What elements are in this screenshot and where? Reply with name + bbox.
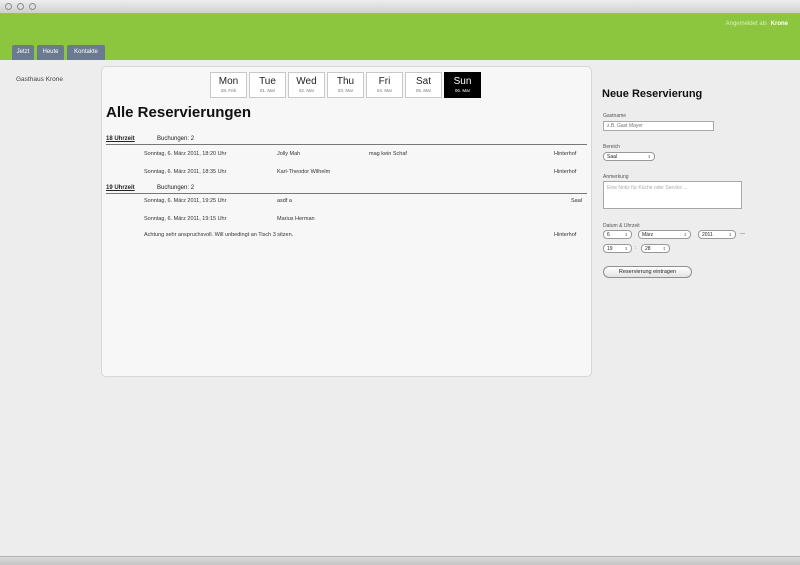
window-titlebar <box>0 0 800 14</box>
user-prefix: Angemeldet als <box>725 21 767 27</box>
slot-divider <box>106 144 587 145</box>
select-arrows-icon: ⇕ <box>662 246 666 251</box>
day-date: 04. Mar <box>376 88 393 93</box>
slot-count: Buchungen: 2 <box>157 136 195 142</box>
reservation-name[interactable]: asdf a <box>277 198 292 204</box>
reservation-area: Hinterhof <box>554 151 577 157</box>
date-separator: — <box>740 231 745 237</box>
day-name: Thu <box>336 76 355 87</box>
reservation-name[interactable]: Karl-Theodor Wilhelm <box>277 169 330 175</box>
day-date: 28. Feb <box>220 88 237 93</box>
reservation-date[interactable]: Sonntag, 6. März 2011, 19:25 Uhr <box>144 198 226 204</box>
close-window-icon[interactable] <box>5 3 12 10</box>
day-tab-fri[interactable]: Fri 04. Mar <box>366 72 403 98</box>
datetime-label: Datum & Uhrzeit <box>603 223 640 229</box>
day-name: Sun <box>453 76 472 87</box>
reservation-date[interactable]: Sonntag, 6. März 2011, 18:35 Uhr <box>144 169 226 175</box>
day-name: Fri <box>378 76 391 87</box>
page-title: Alle Reservierungen <box>106 104 252 121</box>
day-date: 01. Mar <box>259 88 276 93</box>
month-select[interactable]: März ⇕ <box>638 230 691 239</box>
minute-select-value: 28 <box>645 246 651 252</box>
guest-name-input[interactable] <box>603 121 714 131</box>
day-name: Wed <box>296 76 317 87</box>
day-name: Tue <box>259 76 276 87</box>
reservation-name[interactable]: Jolly Mah <box>277 151 300 157</box>
submit-reservation-button[interactable]: Reservierung eintragen <box>603 266 692 278</box>
slot-count: Buchungen: 2 <box>157 185 195 191</box>
reservation-date[interactable]: Sonntag, 6. März 2011, 19:15 Uhr <box>144 216 226 222</box>
area-select-value: Saal <box>607 154 618 160</box>
select-arrows-icon: ⇕ <box>624 246 628 251</box>
slot-divider <box>106 193 587 194</box>
day-date: 02. Mar <box>298 88 315 93</box>
reservation-area: Saal <box>571 198 583 204</box>
slot-time: 19 Uhrzeit <box>106 185 135 191</box>
slot-time: 18 Uhrzeit <box>106 136 135 142</box>
day-select-value: 6 <box>607 232 610 238</box>
time-separator: : <box>635 245 637 251</box>
minute-select[interactable]: 28 ⇕ <box>641 244 670 253</box>
day-date: 03. Mar <box>337 88 354 93</box>
area-label: Bereich <box>603 144 620 150</box>
select-arrows-icon: ⇕ <box>683 232 687 237</box>
form-title: Neue Reservierung <box>602 88 703 100</box>
reservation-area: Hinterhof <box>554 232 577 238</box>
hour-select-value: 19 <box>607 246 613 252</box>
day-date: 05. Mar <box>415 88 432 93</box>
month-select-value: März <box>642 232 654 238</box>
day-tab-thu[interactable]: Thu 03. Mar <box>327 72 364 98</box>
day-select[interactable]: 6 ⇕ <box>603 230 632 239</box>
restaurant-name[interactable]: Gasthaus Krone <box>16 76 63 83</box>
day-tab-sun[interactable]: Sun 06. Mar <box>444 72 481 98</box>
day-tab-sat[interactable]: Sat 05. Mar <box>405 72 442 98</box>
day-tab-wed[interactable]: Wed 02. Mar <box>288 72 325 98</box>
note-label: Anmerkung <box>603 174 629 180</box>
day-name: Mon <box>218 76 239 87</box>
reservation-date[interactable]: Sonntag, 6. März 2011, 18:20 Uhr <box>144 151 226 157</box>
day-tab-tue[interactable]: Tue 01. Mar <box>249 72 286 98</box>
user-name[interactable]: Krone <box>771 21 788 27</box>
year-select-value: 2011 <box>702 232 713 238</box>
reservation-area: Hinterhof <box>554 169 577 175</box>
window-bottombar <box>0 556 800 565</box>
tab-heute[interactable]: Heute <box>37 45 64 60</box>
day-tab-mon[interactable]: Mon 28. Feb <box>210 72 247 98</box>
year-select[interactable]: 2011 ⇕ <box>698 230 736 239</box>
select-arrows-icon: ⇕ <box>624 232 628 237</box>
select-arrows-icon: ⇕ <box>728 232 732 237</box>
day-name: Sat <box>415 76 431 87</box>
tab-kontakte[interactable]: Kontakte <box>67 45 105 60</box>
area-select[interactable]: Saal ⇕ <box>603 152 655 161</box>
day-date: 06. Mar <box>454 88 471 93</box>
reservation-name[interactable]: Marius Herman <box>277 216 315 222</box>
app-header: Angemeldet als Krone Jetzt Heute Kontakt… <box>0 14 800 60</box>
reservation-note: mag kein Schaf <box>369 151 407 157</box>
tab-jetzt[interactable]: Jetzt <box>12 45 34 60</box>
reservation-note: Achtung sehr anspruchsvoll. Will unbedin… <box>144 232 294 238</box>
select-arrows-icon: ⇕ <box>647 154 651 159</box>
zoom-window-icon[interactable] <box>29 3 36 10</box>
minimize-window-icon[interactable] <box>17 3 24 10</box>
note-placeholder: Eine Notiz für Küche oder Service ... <box>607 185 688 191</box>
note-textarea[interactable]: Eine Notiz für Küche oder Service ... <box>603 181 742 209</box>
user-info: Angemeldet als Krone <box>726 21 788 27</box>
guest-name-label: Gastname <box>603 113 627 119</box>
hour-select[interactable]: 19 ⇕ <box>603 244 632 253</box>
